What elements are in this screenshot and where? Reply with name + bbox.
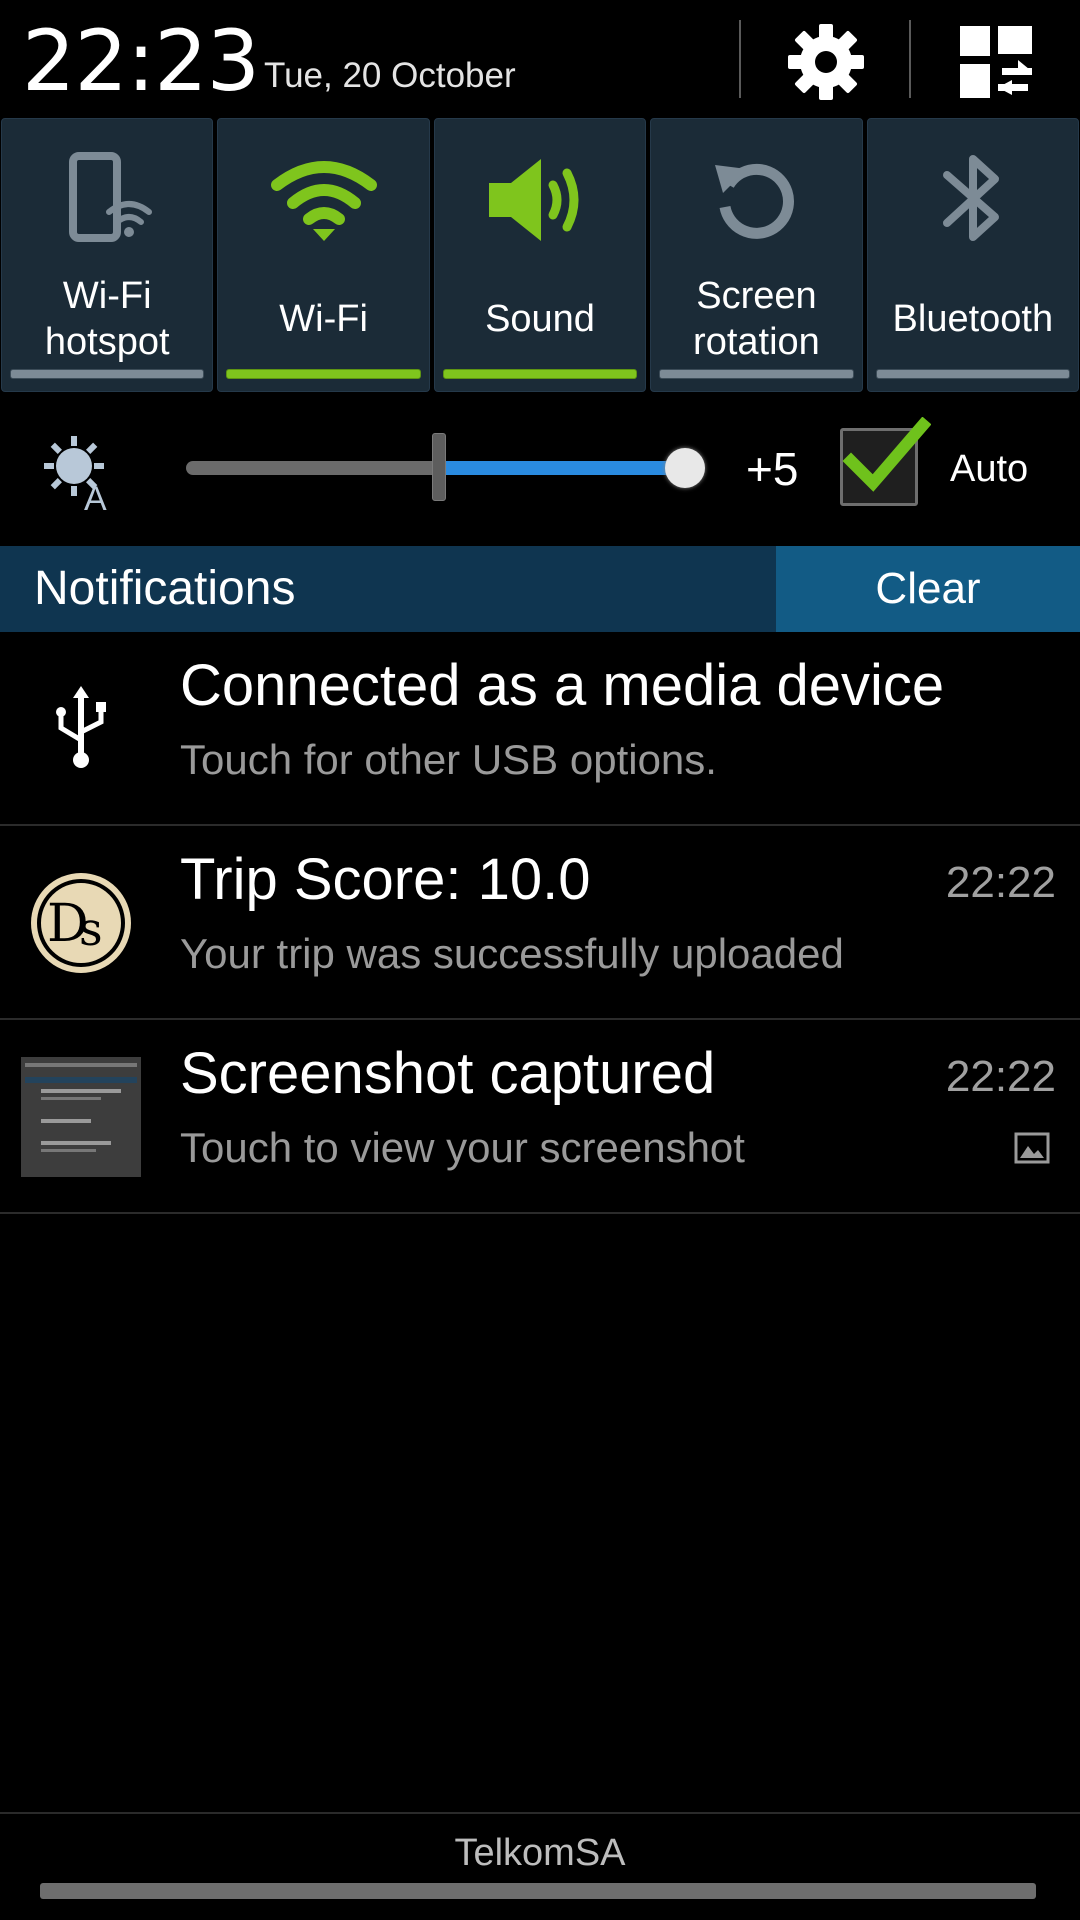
brightness-slider-thumb[interactable] bbox=[665, 448, 705, 488]
toggle-wifi-hotspot[interactable]: Wi-Fi hotspot bbox=[1, 118, 214, 392]
notification-subtitle: Touch for other USB options. bbox=[180, 736, 717, 783]
status-header: 22:23 Tue, 20 October bbox=[0, 0, 1080, 118]
divider bbox=[739, 20, 741, 98]
notification-title: Connected as a media device bbox=[180, 653, 945, 718]
notification-trip-score[interactable]: D s Trip Score: 10.0 Your trip was succe… bbox=[0, 826, 1080, 1020]
brightness-track-fill[interactable] bbox=[440, 461, 686, 475]
auto-brightness-label: Auto bbox=[950, 448, 1029, 490]
notification-time: 22:22 bbox=[945, 858, 1056, 907]
brightness-track-left[interactable] bbox=[186, 461, 440, 475]
rotation-icon bbox=[715, 163, 795, 239]
toggle-indicator-on bbox=[442, 369, 638, 379]
toggle-bluetooth[interactable]: Bluetooth bbox=[866, 118, 1080, 392]
edit-toggles-button[interactable] bbox=[936, 14, 1056, 110]
grid-swap-icon bbox=[960, 26, 1032, 98]
drag-handle[interactable] bbox=[40, 1883, 1036, 1899]
notification-usb[interactable]: Connected as a media device Touch for ot… bbox=[0, 632, 1080, 826]
date: Tue, 20 October bbox=[264, 56, 516, 95]
notification-subtitle: Your trip was successfully uploaded bbox=[180, 930, 844, 977]
divider bbox=[909, 20, 911, 98]
notification-title: Trip Score: 10.0 bbox=[180, 847, 591, 912]
clock: 22:23 bbox=[22, 12, 260, 110]
notification-title: Screenshot captured bbox=[180, 1041, 716, 1106]
carrier-footer: TelkomSA bbox=[0, 1812, 1080, 1920]
screenshot-thumbnail bbox=[21, 1057, 141, 1177]
wifi-icon bbox=[270, 161, 377, 241]
toggle-indicator-on bbox=[226, 369, 421, 379]
brightness-value: +5 bbox=[746, 443, 799, 495]
checkmark-icon bbox=[842, 417, 931, 492]
settings-button[interactable] bbox=[766, 14, 886, 110]
brightness-default-marker bbox=[432, 433, 446, 501]
svg-text:s: s bbox=[79, 902, 103, 956]
clear-button[interactable]: Clear bbox=[776, 546, 1080, 632]
speaker-icon bbox=[489, 159, 579, 241]
toggle-label: Wi-Fi bbox=[279, 298, 368, 340]
toggle-indicator-off bbox=[659, 369, 854, 379]
notification-screenshot[interactable]: Screenshot captured Touch to view your s… bbox=[0, 1020, 1080, 1214]
svg-text:A: A bbox=[84, 480, 107, 512]
auto-brightness-checkbox[interactable] bbox=[840, 417, 931, 506]
toggle-indicator-off bbox=[875, 369, 1071, 379]
toggle-label: Wi-Fi hotspot bbox=[44, 275, 170, 363]
image-icon bbox=[1014, 1132, 1050, 1164]
toggle-sound[interactable]: Sound bbox=[433, 118, 647, 392]
notification-time: 22:22 bbox=[945, 1052, 1056, 1101]
bluetooth-icon bbox=[942, 155, 999, 241]
hotspot-icon bbox=[69, 152, 153, 242]
toggle-label: Screen rotation bbox=[693, 275, 820, 363]
notifications-header: Notifications Clear bbox=[0, 546, 1080, 632]
notification-subtitle: Touch to view your screenshot bbox=[180, 1124, 745, 1171]
quick-toggles: Wi-Fi hotspot Wi-Fi Sound Screen rotatio… bbox=[0, 118, 1080, 392]
brightness-auto-icon: A bbox=[44, 436, 107, 512]
usb-icon bbox=[56, 686, 106, 768]
carrier-label: TelkomSA bbox=[454, 1832, 626, 1874]
toggle-wifi[interactable]: Wi-Fi bbox=[217, 118, 430, 392]
toggle-screen-rotation[interactable]: Screen rotation bbox=[650, 118, 863, 392]
gear-icon bbox=[788, 24, 864, 100]
toggle-label: Bluetooth bbox=[892, 298, 1054, 340]
ds-logo-icon: D s bbox=[31, 873, 131, 973]
toggle-label: Sound bbox=[485, 298, 595, 340]
toggle-indicator-off bbox=[10, 369, 205, 379]
notifications-title: Notifications bbox=[34, 562, 296, 615]
